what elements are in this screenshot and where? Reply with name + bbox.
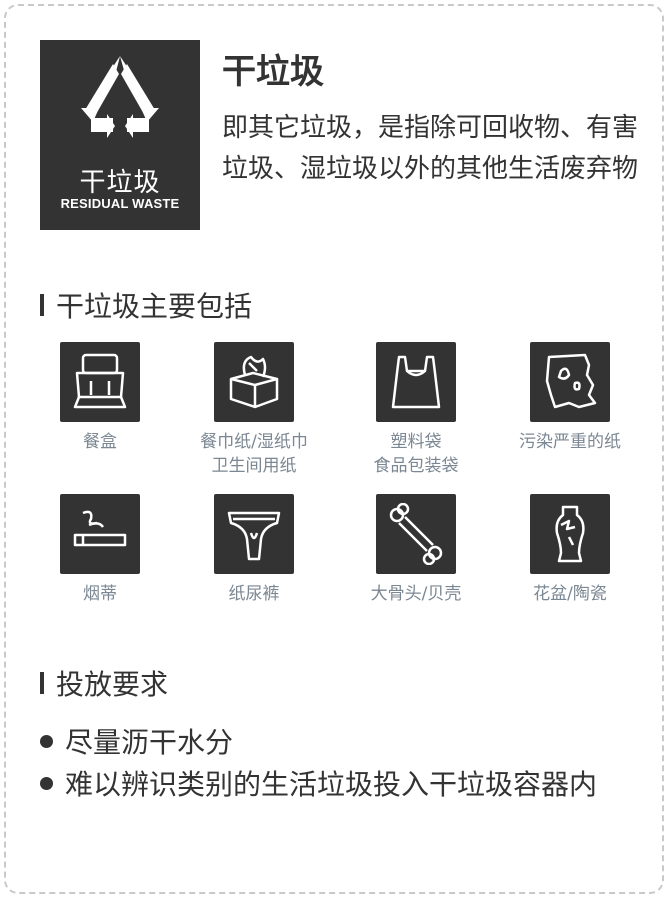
heading-bar — [40, 294, 44, 316]
broken-vase-icon — [530, 494, 610, 574]
section-title-items: 干垃圾主要包括 — [56, 290, 253, 323]
bullet-dot — [40, 734, 53, 748]
section-title-requirements: 投放要求 — [56, 668, 169, 701]
tissue-box-icon — [214, 342, 294, 422]
item-label: 花盆/陶瓷 — [533, 584, 607, 604]
dirty-paper-icon — [530, 342, 610, 422]
requirement-text: 尽量沥干水分 — [65, 726, 234, 759]
recycle-arrows-icon — [81, 56, 159, 138]
items-grid: 餐盒 餐巾纸/湿纸巾 卫生间用纸 塑料袋 食品包装袋 污染严重的纸 烟蒂 纸尿裤… — [40, 340, 630, 610]
item-label: 餐盒 — [83, 432, 117, 452]
logo-label-chinese: 干垃圾 — [79, 168, 161, 198]
item-label: 烟蒂 — [83, 584, 117, 604]
list-item-tissue: 餐巾纸/湿纸巾 卫生间用纸 — [179, 342, 329, 478]
item-label: 大骨头/贝壳 — [370, 584, 462, 604]
lunch-box-icon — [60, 342, 140, 422]
section-heading-requirements: 投放要求 — [40, 663, 168, 703]
item-label: 纸尿裤 — [228, 584, 280, 604]
item-label: 餐巾纸/湿纸巾 卫生间用纸 — [200, 432, 308, 476]
plastic-bag-icon — [376, 342, 456, 422]
item-label: 污染严重的纸 — [519, 432, 621, 452]
requirement-text: 难以辨识类别的生活垃圾投入干垃圾容器内 — [65, 768, 598, 801]
item-label: 塑料袋 食品包装袋 — [373, 432, 459, 476]
description-text: 即其它垃圾，是指除可回收物、有害垃圾、湿垃圾以外的其他生活废弃物 — [222, 113, 639, 184]
cigarette-butt-icon — [60, 494, 140, 574]
diaper-icon — [214, 494, 294, 574]
list-item-diaper: 纸尿裤 — [179, 494, 329, 606]
list-item-dirty-paper: 污染严重的纸 — [495, 342, 645, 454]
bullet-dot — [40, 776, 53, 790]
list-item-vase: 花盆/陶瓷 — [495, 494, 645, 606]
list-item: 难以辨识类别的生活垃圾投入干垃圾容器内 — [40, 762, 640, 804]
heading-bar — [40, 672, 44, 694]
list-item-cigarette: 烟蒂 — [25, 494, 175, 606]
bone-icon — [376, 494, 456, 574]
section-heading-items: 干垃圾主要包括 — [40, 285, 252, 325]
requirements-list: 尽量沥干水分 难以辨识类别的生活垃圾投入干垃圾容器内 — [40, 720, 640, 804]
residual-waste-logo: 干垃圾 RESIDUAL WASTE — [40, 40, 200, 230]
list-item-bone: 大骨头/贝壳 — [341, 494, 491, 606]
list-item-lunch-box: 餐盒 — [25, 342, 175, 454]
list-item: 尽量沥干水分 — [40, 720, 640, 762]
list-item-plastic-bag: 塑料袋 食品包装袋 — [341, 342, 491, 478]
logo-label-english: RESIDUAL WASTE — [60, 196, 180, 211]
page-title: 干垃圾 — [222, 52, 324, 92]
